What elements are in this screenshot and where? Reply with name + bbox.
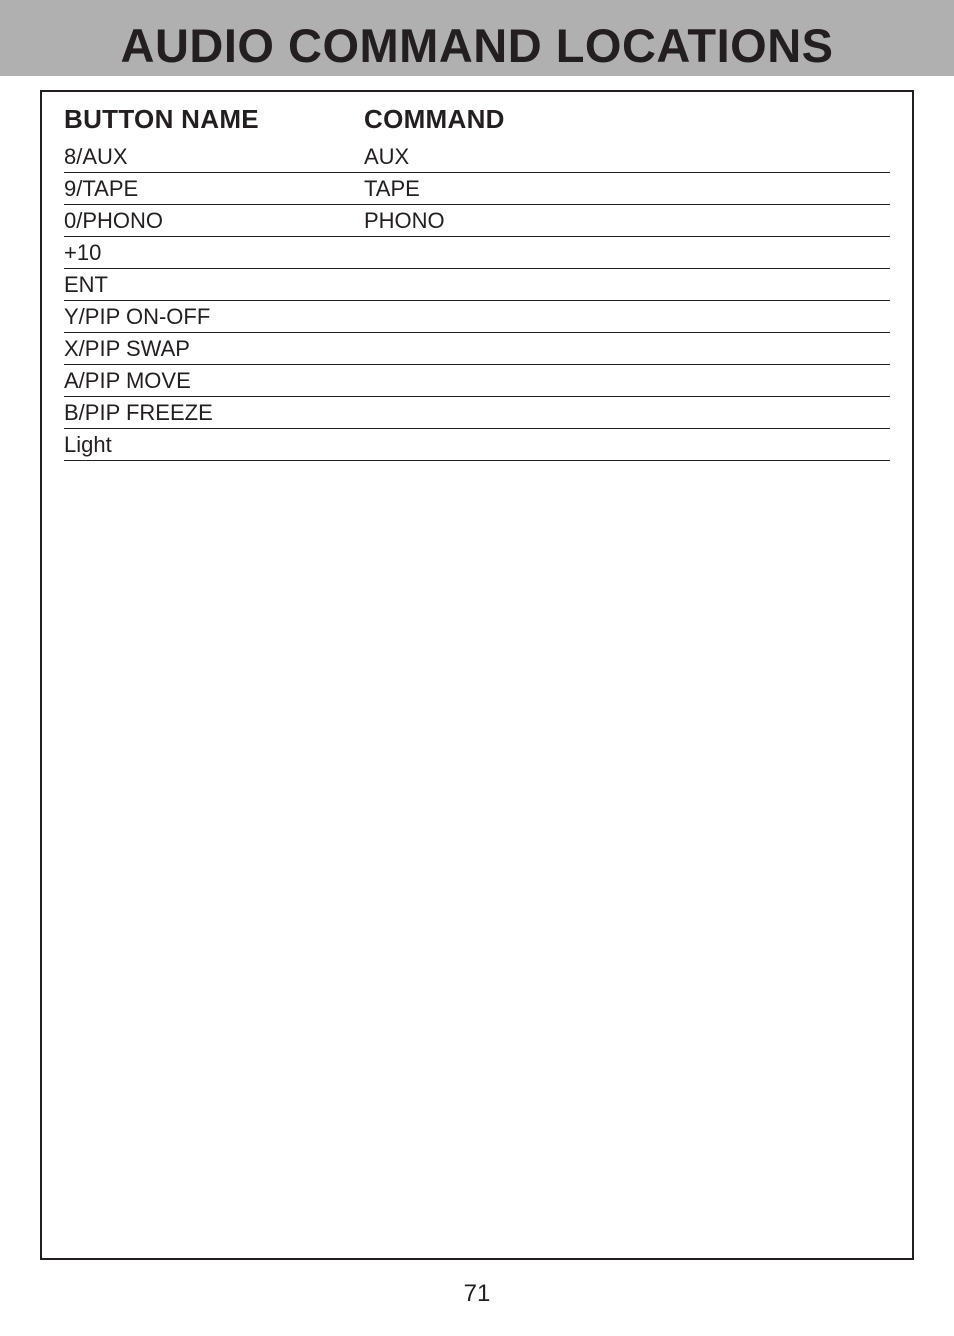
cell-command (364, 432, 890, 458)
content-frame: BUTTON NAME COMMAND 8/AUX AUX 9/TAPE TAP… (40, 90, 914, 1260)
cell-button-name: Light (64, 432, 364, 458)
table-row: B/PIP FREEZE (64, 397, 890, 429)
cell-button-name: +10 (64, 240, 364, 266)
cell-command (364, 368, 890, 394)
table-row: +10 (64, 237, 890, 269)
cell-button-name: ENT (64, 272, 364, 298)
table-row: 8/AUX AUX (64, 141, 890, 173)
cell-command (364, 304, 890, 330)
table-row: A/PIP MOVE (64, 365, 890, 397)
cell-command (364, 400, 890, 426)
table-header-row: BUTTON NAME COMMAND (64, 104, 890, 135)
cell-command (364, 272, 890, 298)
table-row: ENT (64, 269, 890, 301)
cell-command: TAPE (364, 176, 890, 202)
cell-button-name: B/PIP FREEZE (64, 400, 364, 426)
cell-button-name: 0/PHONO (64, 208, 364, 234)
header-band: AUDIO COMMAND LOCATIONS (0, 0, 954, 76)
cell-command (364, 336, 890, 362)
table-row: 9/TAPE TAPE (64, 173, 890, 205)
table-row: Light (64, 429, 890, 461)
cell-button-name: 9/TAPE (64, 176, 364, 202)
column-header-command: COMMAND (364, 104, 890, 135)
cell-command: PHONO (364, 208, 890, 234)
table-row: X/PIP SWAP (64, 333, 890, 365)
page-title: AUDIO COMMAND LOCATIONS (0, 18, 954, 73)
cell-command: AUX (364, 144, 890, 170)
cell-button-name: 8/AUX (64, 144, 364, 170)
table-row: Y/PIP ON-OFF (64, 301, 890, 333)
cell-command (364, 240, 890, 266)
cell-button-name: Y/PIP ON-OFF (64, 304, 364, 330)
cell-button-name: A/PIP MOVE (64, 368, 364, 394)
cell-button-name: X/PIP SWAP (64, 336, 364, 362)
table-row: 0/PHONO PHONO (64, 205, 890, 237)
column-header-button-name: BUTTON NAME (64, 104, 364, 135)
page-number: 71 (0, 1280, 954, 1308)
